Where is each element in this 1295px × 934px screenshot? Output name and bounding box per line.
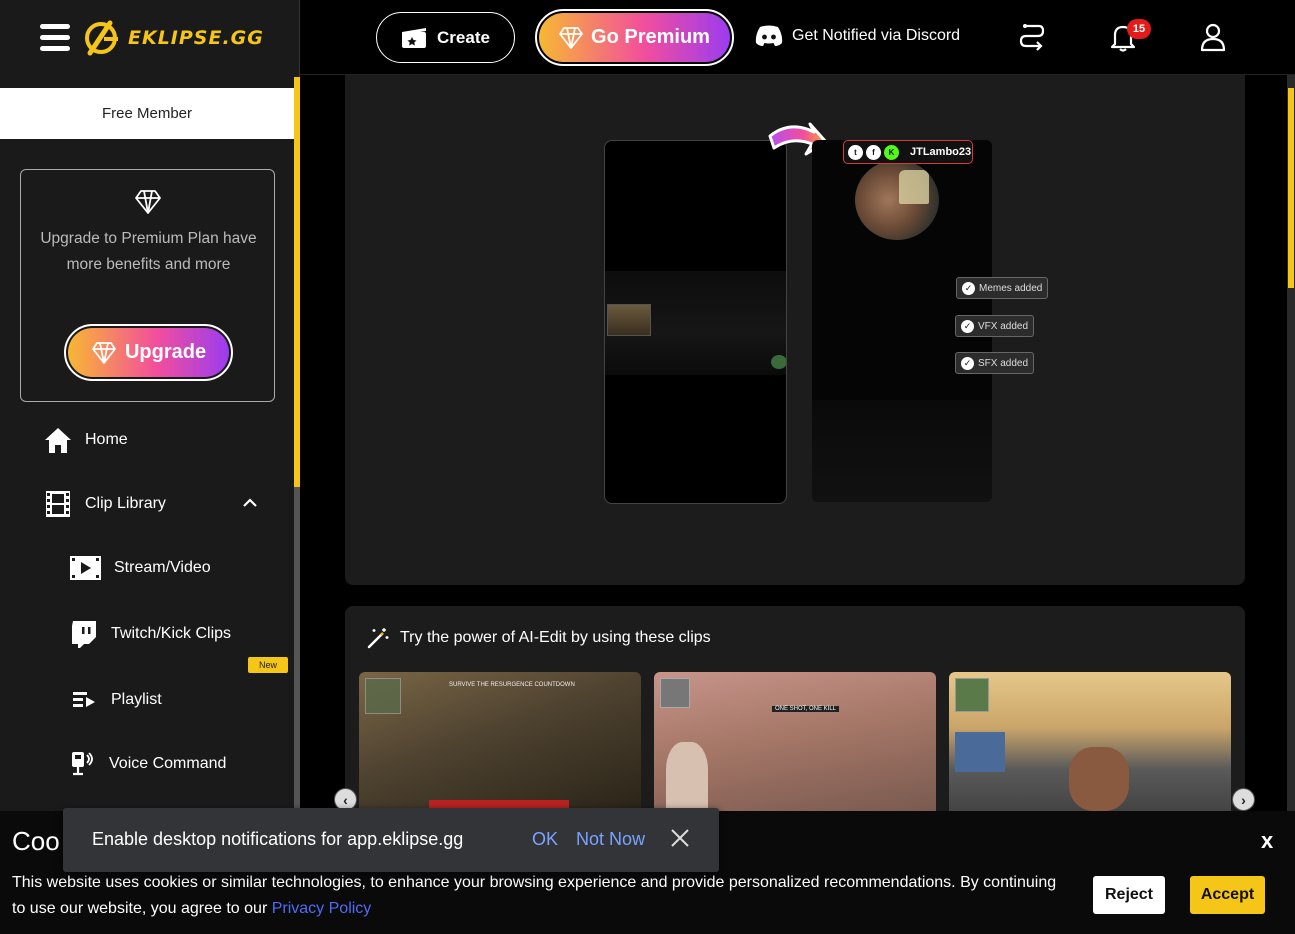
sidebar-item-voice-command[interactable]: Voice Command bbox=[67, 749, 226, 779]
carousel-next-button[interactable]: › bbox=[1232, 788, 1255, 811]
clip-thumbnail[interactable] bbox=[949, 672, 1231, 811]
voice-command-icon bbox=[72, 752, 93, 776]
go-premium-button[interactable]: Go Premium bbox=[535, 9, 734, 66]
sfx-added-tag: ✓ SFX added bbox=[955, 352, 1035, 374]
minimap bbox=[365, 678, 401, 714]
streamer-facecam bbox=[666, 742, 708, 811]
streamer-name: JTLambo23 bbox=[910, 146, 972, 158]
edited-gameplay-frame bbox=[812, 400, 992, 502]
clip-thumbnail[interactable]: ONE SHOT, ONE KILL bbox=[654, 672, 936, 811]
main-scrollbar-thumb[interactable] bbox=[1288, 88, 1294, 288]
sidebar-item-clip-library[interactable]: Clip Library bbox=[43, 489, 166, 519]
original-clip-preview bbox=[604, 140, 787, 504]
twitch-icon bbox=[72, 621, 96, 648]
logo[interactable]: EKLIPSE.GG bbox=[80, 17, 264, 59]
kick-icon: K bbox=[884, 144, 899, 160]
clapperboard-icon bbox=[402, 27, 427, 48]
eklipse-logo-icon bbox=[85, 20, 118, 56]
upgrade-button[interactable]: Upgrade bbox=[64, 324, 233, 381]
reject-button[interactable]: Reject bbox=[1093, 876, 1165, 914]
thumb-overlay-text: SURVIVE THE RESURGENCE COUNTDOWN bbox=[449, 682, 575, 688]
premium-label: Go Premium bbox=[591, 26, 710, 48]
diamond-icon bbox=[559, 26, 583, 49]
discord-icon bbox=[755, 25, 783, 46]
game-icon bbox=[771, 355, 786, 369]
diamond-icon bbox=[92, 341, 116, 364]
sidebar-item-label: Stream/Video bbox=[114, 559, 211, 576]
sidebar-item-label: Clip Library bbox=[85, 495, 166, 512]
chevron-up-icon[interactable] bbox=[242, 497, 258, 509]
new-badge: New bbox=[248, 657, 288, 673]
sidebar-item-playlist[interactable]: Playlist bbox=[69, 685, 162, 715]
discord-notify-link[interactable]: Get Notified via Discord bbox=[754, 24, 960, 48]
notification-not-now-button[interactable]: Not Now bbox=[576, 829, 645, 850]
sidebar-header: EKLIPSE.GG bbox=[0, 0, 300, 75]
player-hand bbox=[1069, 747, 1129, 811]
upgrade-label: Upgrade bbox=[124, 341, 207, 363]
discord-label: Get Notified via Discord bbox=[792, 27, 961, 44]
upgrade-description: Upgrade to Premium Plan have more benefi… bbox=[40, 230, 257, 273]
sidebar-item-label: Twitch/Kick Clips bbox=[111, 625, 232, 642]
minimap bbox=[660, 678, 690, 708]
route-icon[interactable] bbox=[1015, 20, 1049, 54]
cookie-close-button[interactable]: x bbox=[1261, 828, 1273, 854]
streamer-facecam bbox=[955, 732, 1005, 772]
thumb-overlay-text: ONE SHOT, ONE KILL bbox=[772, 706, 840, 712]
desktop-notification-prompt: Enable desktop notifications for app.ekl… bbox=[63, 808, 719, 872]
notification-prompt-text: Enable desktop notifications for app.ekl… bbox=[92, 829, 464, 849]
tag-label: Memes added bbox=[979, 282, 1043, 294]
accept-button[interactable]: Accept bbox=[1190, 876, 1265, 914]
twitch-icon: t bbox=[848, 144, 863, 160]
cookie-text: This website uses cookies or similar tec… bbox=[12, 870, 1072, 922]
close-icon[interactable] bbox=[669, 826, 691, 850]
memes-added-tag: ✓ Memes added bbox=[956, 277, 1049, 299]
check-icon: ✓ bbox=[961, 356, 974, 370]
clip-thumbnail[interactable]: SURVIVE THE RESURGENCE COUNTDOWN bbox=[359, 672, 641, 811]
sidebar-item-label: Voice Command bbox=[109, 755, 227, 772]
check-icon: ✓ bbox=[961, 319, 974, 333]
tag-label: SFX added bbox=[978, 357, 1029, 369]
vfx-added-tag: ✓ VFX added bbox=[955, 315, 1035, 337]
sidebar-item-stream-video[interactable]: Stream/Video bbox=[69, 553, 211, 583]
logo-text: EKLIPSE.GG bbox=[128, 27, 264, 49]
streamer-facecam bbox=[855, 160, 939, 240]
ai-edit-title-text: Try the power of AI-Edit by using these … bbox=[400, 629, 711, 646]
sidebar-item-label: Playlist bbox=[111, 691, 162, 708]
upgrade-card: Upgrade to Premium Plan have more benefi… bbox=[20, 169, 275, 402]
privacy-policy-link[interactable]: Privacy Policy bbox=[272, 900, 372, 917]
home-icon bbox=[45, 428, 71, 453]
video-icon bbox=[70, 556, 101, 580]
cookie-body: This website uses cookies or similar tec… bbox=[12, 874, 1057, 917]
film-icon bbox=[46, 491, 70, 517]
user-profile-icon[interactable] bbox=[1196, 20, 1230, 54]
magic-wand-icon bbox=[367, 628, 389, 649]
tag-label: VFX added bbox=[978, 320, 1029, 332]
diamond-icon bbox=[135, 190, 161, 214]
member-status: Free Member bbox=[0, 88, 294, 139]
ai-edit-title: Try the power of AI-Edit by using these … bbox=[366, 626, 711, 650]
helmet-graphic bbox=[899, 170, 929, 204]
minimap bbox=[955, 678, 989, 712]
notification-ok-button[interactable]: OK bbox=[532, 829, 558, 850]
facebook-icon: f bbox=[866, 144, 881, 160]
cookie-title: Coo bbox=[12, 826, 60, 856]
playlist-icon bbox=[73, 692, 95, 707]
facecam-thumbnail bbox=[607, 304, 651, 336]
create-label: Create bbox=[437, 27, 490, 47]
notification-count-badge: 15 bbox=[1127, 19, 1151, 39]
sidebar-item-twitch-kick-clips[interactable]: Twitch/Kick Clips bbox=[69, 619, 231, 649]
streamer-tag: t f K JTLambo23 bbox=[843, 140, 973, 164]
sidebar-item-label: Home bbox=[85, 431, 128, 448]
check-icon: ✓ bbox=[962, 281, 975, 295]
hamburger-menu-icon[interactable] bbox=[40, 24, 70, 52]
create-button[interactable]: Create bbox=[376, 12, 515, 63]
sidebar-item-home[interactable]: Home bbox=[43, 425, 128, 455]
